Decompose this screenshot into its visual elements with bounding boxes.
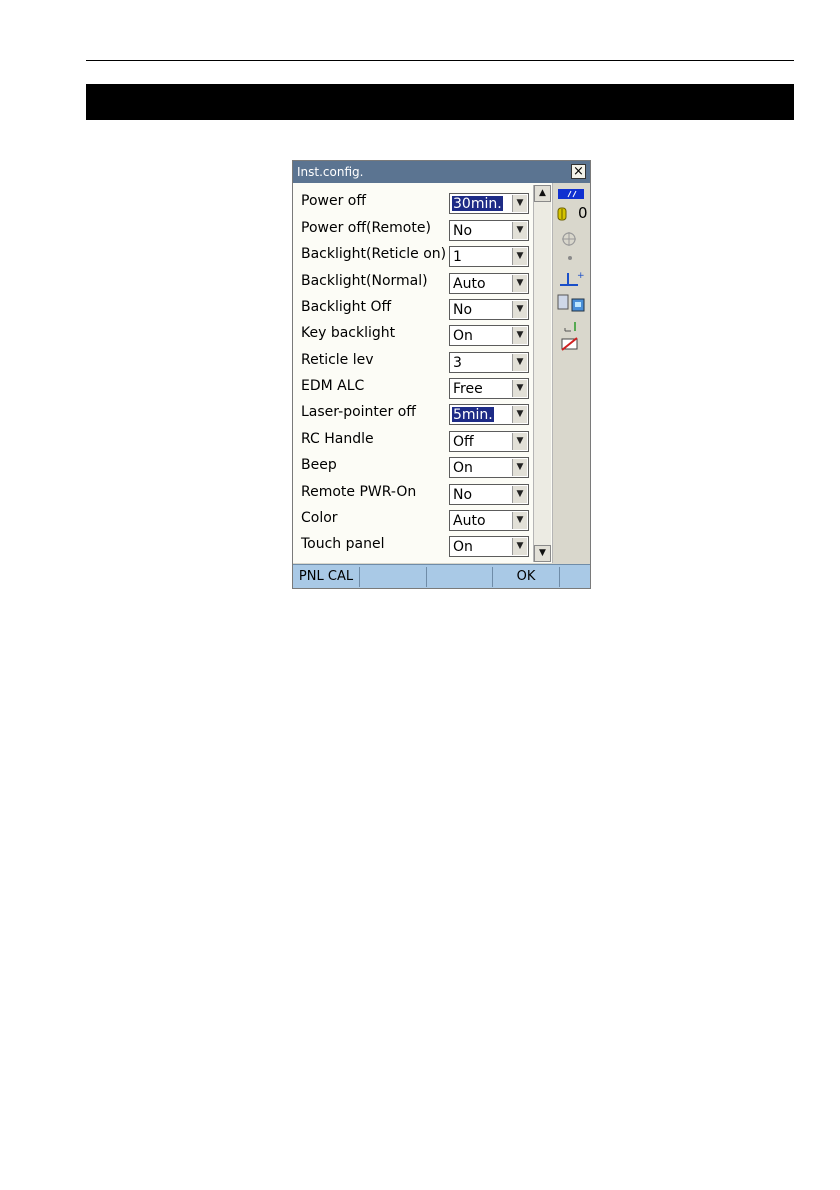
setting-row: RC Handle Off ▼ bbox=[293, 428, 533, 454]
setting-dropdown[interactable]: No ▼ bbox=[449, 299, 529, 320]
setting-value: No bbox=[453, 487, 473, 503]
setting-label: Backlight Off bbox=[301, 299, 392, 315]
setting-label: Key backlight bbox=[301, 325, 396, 341]
level-icon bbox=[564, 322, 576, 332]
setting-row: Reticle lev 3 ▼ bbox=[293, 349, 533, 375]
setting-value: No bbox=[453, 223, 473, 239]
chevron-down-icon[interactable]: ▼ bbox=[512, 275, 527, 292]
setting-row: Remote PWR-On No ▼ bbox=[293, 481, 533, 507]
tilt-crosshair-icon bbox=[562, 232, 576, 246]
setting-dropdown[interactable]: On ▼ bbox=[449, 536, 529, 557]
battery-icon bbox=[558, 189, 584, 199]
softkey-ok[interactable]: OK bbox=[493, 567, 560, 587]
setting-value: Off bbox=[453, 434, 474, 450]
setting-value: On bbox=[453, 460, 473, 476]
chevron-down-icon[interactable]: ▼ bbox=[512, 327, 527, 344]
setting-row: Key backlight On ▼ bbox=[293, 322, 533, 348]
softkey-bar: PNL CAL OK bbox=[293, 564, 590, 588]
vertical-scrollbar[interactable]: ▲ ▼ bbox=[533, 185, 551, 562]
dot-icon bbox=[568, 256, 572, 260]
setting-value: On bbox=[453, 328, 473, 344]
setting-value: No bbox=[453, 302, 473, 318]
setting-label: Backlight(Reticle on) bbox=[301, 246, 447, 262]
chevron-down-icon[interactable]: ▼ bbox=[512, 512, 527, 529]
setting-label: Backlight(Normal) bbox=[301, 273, 428, 289]
setting-row: Beep On ▼ bbox=[293, 454, 533, 480]
prism-constant-value: 0 bbox=[578, 204, 588, 222]
chevron-down-icon[interactable]: ▼ bbox=[512, 433, 527, 450]
setting-row: EDM ALC Free ▼ bbox=[293, 375, 533, 401]
setting-label: Laser-pointer off bbox=[301, 404, 416, 420]
setting-value: Auto bbox=[453, 513, 486, 529]
setting-row: Backlight Off No ▼ bbox=[293, 296, 533, 322]
chevron-down-icon[interactable]: ▼ bbox=[512, 222, 527, 239]
softkey-empty[interactable] bbox=[427, 567, 493, 587]
setting-dropdown[interactable]: Auto ▼ bbox=[449, 510, 529, 531]
chevron-down-icon[interactable]: ▼ bbox=[512, 248, 527, 265]
status-icon-panel: 0 + bbox=[554, 185, 590, 563]
window-title: Inst.config. bbox=[297, 165, 364, 179]
setting-row: Power off(Remote) No ▼ bbox=[293, 217, 533, 243]
setting-value: On bbox=[453, 539, 473, 555]
setting-label: Power off bbox=[301, 193, 366, 209]
setting-label: Power off(Remote) bbox=[301, 220, 431, 236]
setting-dropdown[interactable]: No ▼ bbox=[449, 220, 529, 241]
setting-label: Beep bbox=[301, 457, 337, 473]
setting-row: Laser-pointer off 5min. ▼ bbox=[293, 401, 533, 427]
setting-value: Auto bbox=[453, 276, 486, 292]
setting-label: RC Handle bbox=[301, 431, 374, 447]
setting-label: Color bbox=[301, 510, 338, 526]
chevron-down-icon[interactable]: ▼ bbox=[512, 406, 527, 423]
scroll-down-button[interactable]: ▼ bbox=[534, 545, 551, 562]
setting-value: Free bbox=[453, 381, 483, 397]
setting-dropdown[interactable]: No ▼ bbox=[449, 484, 529, 505]
setting-dropdown[interactable]: Off ▼ bbox=[449, 431, 529, 452]
page-top-rule bbox=[86, 60, 794, 61]
setting-dropdown[interactable]: 1 ▼ bbox=[449, 246, 529, 267]
setting-value: 30min. bbox=[452, 196, 503, 212]
section-header-bar bbox=[86, 84, 794, 120]
setting-label: EDM ALC bbox=[301, 378, 365, 394]
setting-dropdown[interactable]: Free ▼ bbox=[449, 378, 529, 399]
setting-dropdown[interactable]: 3 ▼ bbox=[449, 352, 529, 373]
setting-row: Backlight(Reticle on) 1 ▼ bbox=[293, 243, 533, 269]
setting-row: Touch panel On ▼ bbox=[293, 533, 533, 559]
chevron-down-icon[interactable]: ▼ bbox=[512, 195, 527, 212]
setting-row: Backlight(Normal) Auto ▼ bbox=[293, 270, 533, 296]
setting-dropdown[interactable]: Auto ▼ bbox=[449, 273, 529, 294]
communication-icon bbox=[557, 294, 585, 312]
setting-row: Color Auto ▼ bbox=[293, 507, 533, 533]
setting-value: 3 bbox=[453, 355, 462, 371]
setting-dropdown[interactable]: On ▼ bbox=[449, 457, 529, 478]
scroll-up-button[interactable]: ▲ bbox=[534, 185, 551, 202]
close-button[interactable]: × bbox=[571, 164, 586, 179]
chevron-down-icon[interactable]: ▼ bbox=[512, 459, 527, 476]
laser-off-icon bbox=[561, 337, 578, 351]
window-titlebar: Inst.config. × bbox=[293, 161, 590, 183]
setting-row: Power off 30min. ▼ bbox=[293, 190, 533, 216]
target-icon: + bbox=[560, 271, 584, 286]
chevron-down-icon[interactable]: ▼ bbox=[512, 380, 527, 397]
setting-value: 5min. bbox=[452, 407, 494, 423]
setting-dropdown[interactable]: 30min. ▼ bbox=[449, 193, 529, 214]
prism-icon bbox=[557, 207, 567, 221]
settings-list: Power off 30min. ▼ Power off(Remote) No ▼ Back… bbox=[293, 183, 553, 563]
setting-dropdown[interactable]: 5min. ▼ bbox=[449, 404, 529, 425]
setting-label: Reticle lev bbox=[301, 352, 374, 368]
svg-text:+: + bbox=[577, 271, 584, 281]
inst-config-window: Inst.config. × Power off 30min. ▼ Power off… bbox=[292, 160, 591, 589]
softkey-empty[interactable] bbox=[560, 567, 590, 587]
setting-value: 1 bbox=[453, 249, 462, 265]
chevron-down-icon[interactable]: ▼ bbox=[512, 538, 527, 555]
chevron-down-icon[interactable]: ▼ bbox=[512, 354, 527, 371]
setting-label: Remote PWR-On bbox=[301, 484, 417, 500]
chevron-down-icon[interactable]: ▼ bbox=[512, 301, 527, 318]
softkey-empty[interactable] bbox=[360, 567, 427, 587]
setting-label: Touch panel bbox=[301, 536, 385, 552]
softkey-pnl-cal[interactable]: PNL CAL bbox=[293, 567, 360, 587]
setting-dropdown[interactable]: On ▼ bbox=[449, 325, 529, 346]
chevron-down-icon[interactable]: ▼ bbox=[512, 486, 527, 503]
